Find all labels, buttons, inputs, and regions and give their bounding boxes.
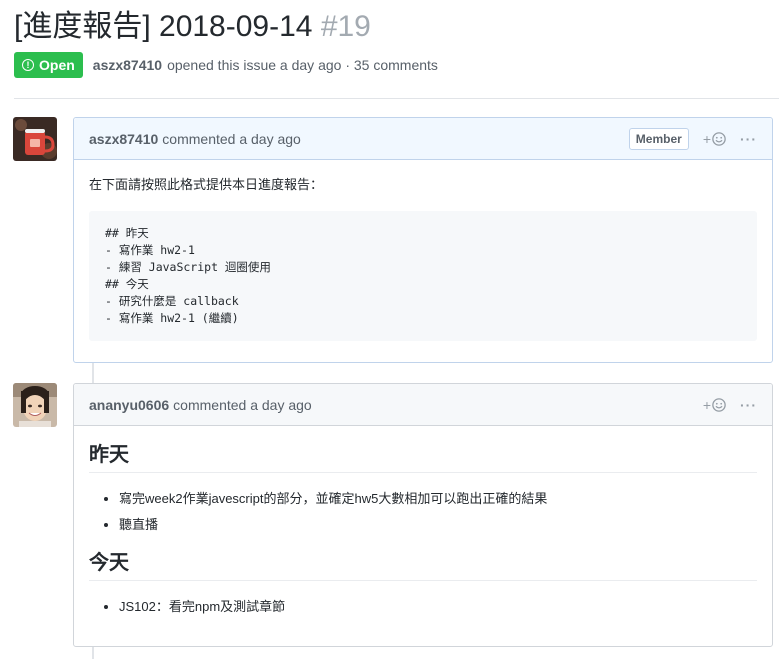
comment-time[interactable]: commented a day ago (162, 131, 301, 147)
header-divider (14, 98, 779, 99)
issue-meta: ! Open aszx87410 opened this issue a day… (14, 52, 438, 78)
smiley-icon[interactable]: + (703, 397, 726, 413)
state-label: Open (39, 57, 75, 73)
comment-actions: Member + ··· (628, 127, 757, 150)
comment-header: aszx87410 commented a day ago Member + ·… (74, 118, 772, 160)
list-item: 聽直播 (119, 515, 757, 535)
issue-number: #19 (320, 10, 371, 43)
section-list: 寫完week2作業javescript的部分，並確定hw5大數相加可以跑出正確的… (89, 489, 757, 535)
issue-title-text: [進度報告] 2018-09-14 (14, 10, 313, 43)
comment-author-link[interactable]: aszx87410 (89, 131, 158, 147)
smiley-icon[interactable]: + (703, 131, 726, 147)
code-block: ## 昨天 - 寫作業 hw2-1 - 練習 JavaScript 迴圈使用 #… (89, 211, 757, 341)
section-heading: 今天 (89, 551, 757, 581)
issue-opened-icon: ! (22, 59, 34, 71)
state-badge: ! Open (14, 52, 83, 78)
avatar[interactable] (13, 383, 57, 427)
timeline-connector (92, 363, 94, 383)
comment-time[interactable]: commented a day ago (173, 397, 312, 413)
avatar[interactable] (13, 117, 57, 161)
comment-body: 昨天 寫完week2作業javescript的部分，並確定hw5大數相加可以跑出… (74, 426, 772, 649)
list-item: JS102：看完npm及測試章節 (119, 597, 757, 617)
comment-body: 在下面請按照此格式提供本日進度報告： ## 昨天 - 寫作業 hw2-1 - 練… (74, 160, 772, 357)
kebab-horizontal-icon[interactable]: ··· (740, 131, 757, 147)
comment-header: ananyu0606 commented a day ago + ··· (74, 384, 772, 426)
avatar-image-aszx87410 (13, 117, 57, 161)
issue-meta-text: opened this issue a day ago · 35 comment… (167, 57, 438, 73)
comment-text: 在下面請按照此格式提供本日進度報告： (89, 177, 324, 192)
section-list: JS102：看完npm及測試章節 (89, 597, 757, 617)
section-heading: 昨天 (89, 443, 757, 473)
member-badge: Member (628, 127, 689, 150)
comment-1: aszx87410 commented a day ago Member + ·… (73, 117, 773, 363)
list-item: 寫完week2作業javescript的部分，並確定hw5大數相加可以跑出正確的… (119, 489, 757, 509)
avatar-image-ananyu0606 (13, 383, 57, 427)
issue-title: [進度報告] 2018-09-14 #19 (14, 8, 371, 46)
comment-actions: + ··· (703, 397, 757, 413)
comment-author-link[interactable]: ananyu0606 (89, 397, 169, 413)
kebab-horizontal-icon[interactable]: ··· (740, 397, 757, 413)
comment-2: ananyu0606 commented a day ago + ··· 昨天 … (73, 383, 773, 647)
issue-author-link[interactable]: aszx87410 (93, 57, 162, 73)
